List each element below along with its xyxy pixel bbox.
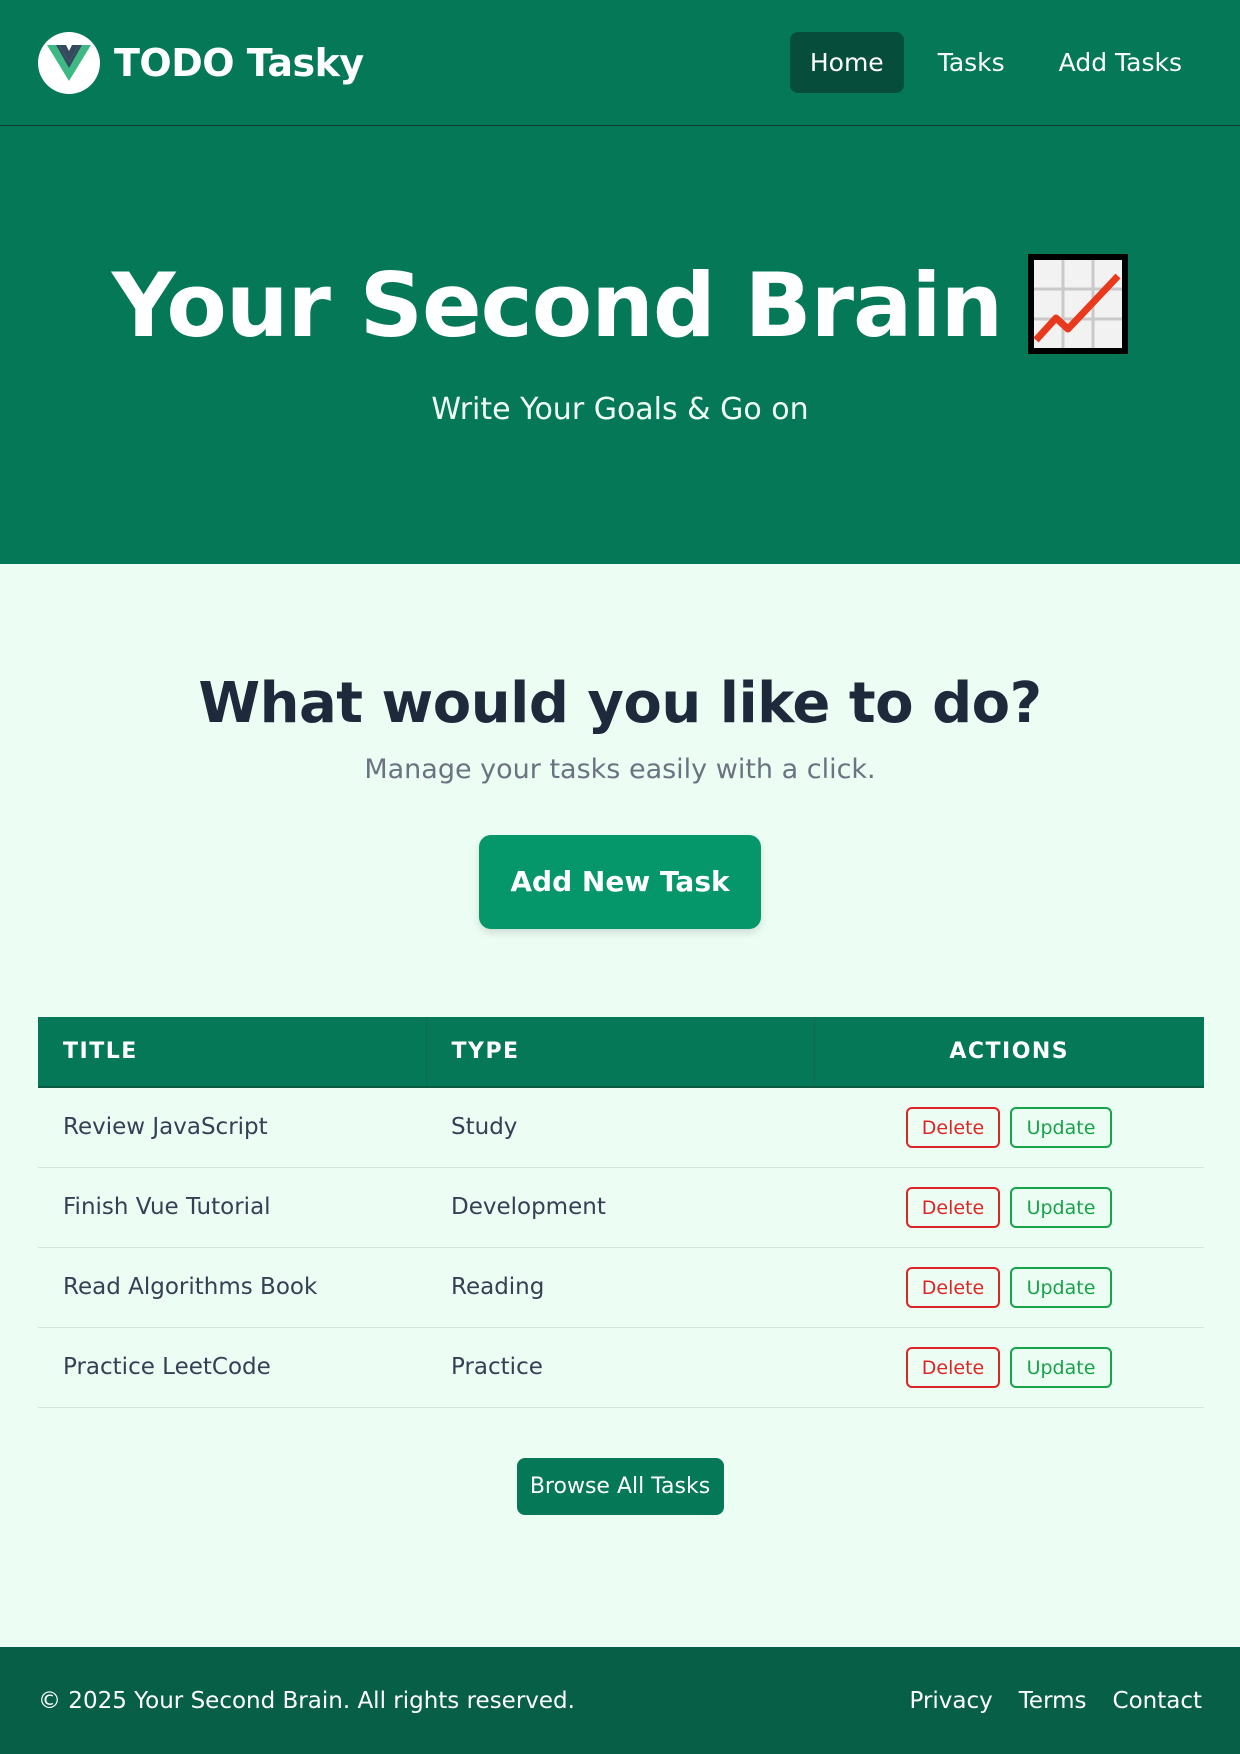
update-button[interactable]: Update [1010,1186,1112,1228]
delete-button[interactable]: Delete [906,1186,1000,1228]
add-new-task-button[interactable]: Add New Task [479,835,761,929]
hero-section: Your Second Brain Write Your Goals & Go … [0,126,1240,564]
update-button[interactable]: Update [1010,1266,1112,1308]
header-type: TYPE [426,1017,815,1088]
nav-link-tasks[interactable]: Tasks [918,32,1025,93]
table-row: Finish Vue Tutorial Development Delete Up… [38,1167,1204,1248]
copyright-text: © 2025 Your Second Brain. All rights res… [38,1687,575,1714]
question-subtitle: Manage your tasks easily with a click. [364,754,876,785]
top-navbar: TODO Tasky Home Tasks Add Tasks [0,0,1240,126]
tasks-table: TITLE TYPE ACTIONS Review JavaScript Stu… [38,1017,1204,1408]
task-title: Practice LeetCode [38,1327,426,1408]
brand[interactable]: TODO Tasky [38,31,364,94]
task-actions: Delete Update [814,1167,1204,1248]
delete-button[interactable]: Delete [906,1346,1000,1388]
delete-button[interactable]: Delete [906,1106,1000,1148]
footer-link-contact[interactable]: Contact [1113,1688,1202,1714]
update-button[interactable]: Update [1010,1106,1112,1148]
table-row: Practice LeetCode Practice Delete Update [38,1327,1204,1408]
task-type: Study [426,1087,814,1168]
task-title: Finish Vue Tutorial [38,1167,426,1248]
task-actions: Delete Update [814,1087,1204,1168]
task-type: Practice [426,1327,814,1408]
hero-subtitle: Write Your Goals & Go on [431,392,809,427]
task-actions: Delete Update [814,1327,1204,1408]
header-actions: ACTIONS [814,1017,1204,1088]
brand-name: TODO Tasky [114,40,364,85]
browse-all-tasks-button[interactable]: Browse All Tasks [516,1457,724,1515]
question-heading: What would you like to do? [198,671,1042,736]
footer-link-terms[interactable]: Terms [1019,1688,1087,1714]
task-title: Review JavaScript [38,1087,426,1168]
main-content: What would you like to do? Manage your t… [0,676,1240,1515]
hero-title-row: Your Second Brain [0,254,1240,358]
table-header-row: TITLE TYPE ACTIONS [38,1017,1204,1088]
chart-increasing-icon [1028,254,1129,358]
task-type: Reading [426,1247,814,1328]
nav-links: Home Tasks Add Tasks [789,32,1202,93]
nav-link-add-tasks[interactable]: Add Tasks [1039,32,1202,93]
footer-link-privacy[interactable]: Privacy [910,1688,993,1714]
task-type: Development [426,1167,814,1248]
nav-link-home[interactable]: Home [789,32,904,93]
task-title: Read Algorithms Book [38,1247,426,1328]
vue-logo-icon [38,31,100,94]
footer-links: Privacy Terms Contact [910,1688,1203,1714]
table-row: Read Algorithms Book Reading Delete Updat… [38,1247,1204,1328]
hero-title: Your Second Brain [111,254,1003,357]
delete-button[interactable]: Delete [906,1266,1000,1308]
header-title: TITLE [38,1017,427,1088]
footer: © 2025 Your Second Brain. All rights res… [0,1647,1240,1754]
table-row: Review JavaScript Study Delete Update [38,1087,1204,1168]
update-button[interactable]: Update [1010,1346,1112,1388]
task-actions: Delete Update [814,1247,1204,1328]
